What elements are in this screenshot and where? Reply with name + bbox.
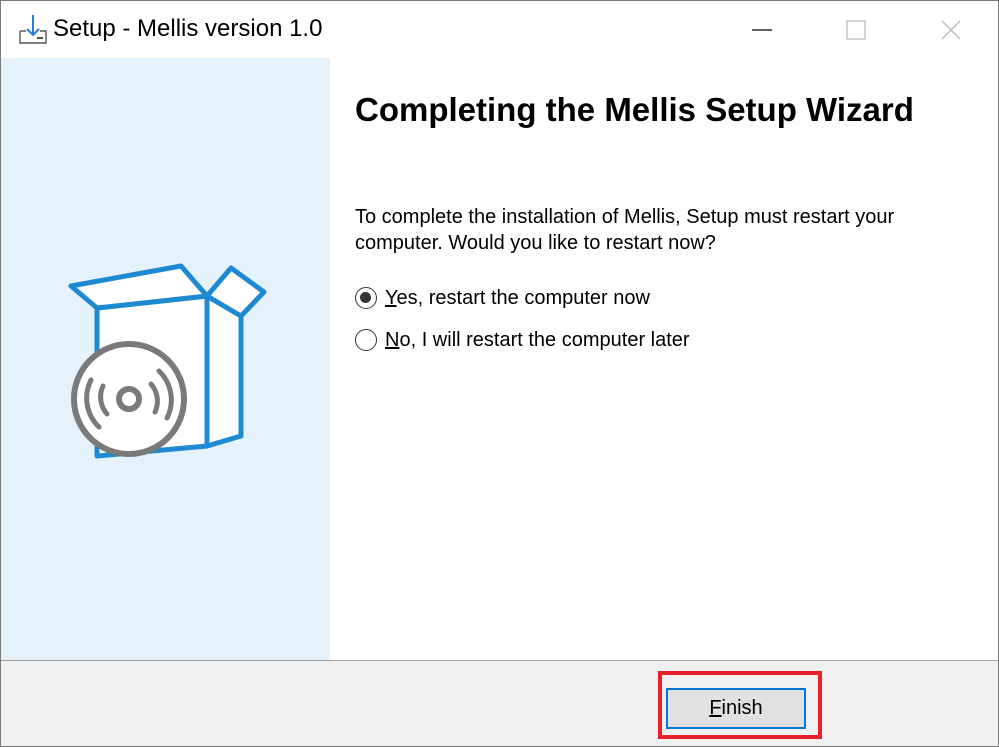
radio-button-selected[interactable]: [355, 287, 377, 309]
window-title: Setup - Mellis version 1.0: [53, 15, 323, 42]
close-icon: [941, 20, 961, 40]
restart-now-text: es, restart the computer now: [396, 286, 650, 309]
restart-later-label[interactable]: No, I will restart the computer later: [385, 329, 690, 352]
close-button[interactable]: [904, 1, 998, 58]
software-box-with-disc-icon: [59, 256, 274, 471]
maximize-button[interactable]: [809, 1, 903, 58]
restart-later-text: o, I will restart the computer later: [399, 328, 690, 351]
accesskey-y: Y: [385, 286, 397, 309]
finish-text: inish: [721, 697, 763, 719]
page-title: Completing the Mellis Setup Wizard: [355, 91, 914, 128]
restart-description: To complete the installation of Mellis, …: [355, 206, 895, 254]
restart-now-option[interactable]: Yes, restart the computer now: [355, 284, 650, 312]
wizard-content: Completing the Mellis Setup Wizard To co…: [330, 58, 998, 660]
restart-later-option[interactable]: No, I will restart the computer later: [355, 326, 690, 354]
minimize-button[interactable]: [715, 1, 809, 58]
finish-button[interactable]: Finish: [666, 688, 806, 729]
setup-window: Setup - Mellis version 1.0 Completing th…: [0, 0, 999, 747]
maximize-icon: [846, 20, 866, 40]
minimize-icon: [752, 29, 772, 31]
wizard-footer: Finish: [1, 661, 998, 746]
title-bar: Setup - Mellis version 1.0: [1, 1, 998, 58]
installer-download-icon: [15, 13, 49, 47]
radio-button-unselected[interactable]: [355, 329, 377, 351]
restart-now-label[interactable]: Yes, restart the computer now: [385, 287, 650, 310]
wizard-sidebar: [1, 58, 330, 660]
accesskey-n: N: [385, 328, 400, 351]
accesskey-f: F: [709, 697, 722, 719]
radio-selected-dot: [360, 292, 371, 303]
